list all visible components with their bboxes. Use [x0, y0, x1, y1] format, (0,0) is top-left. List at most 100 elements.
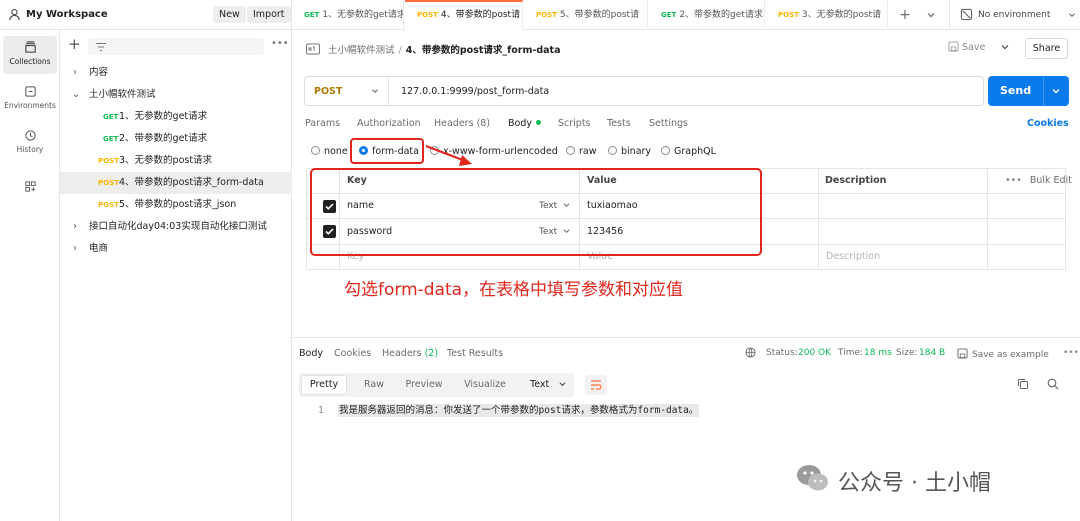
resp-tab-headers[interactable]: Headers (2)	[382, 348, 438, 359]
tab-tests[interactable]: Tests	[607, 118, 631, 129]
tab-settings[interactable]: Settings	[649, 118, 688, 129]
send-options-chevron-icon[interactable]	[1049, 84, 1063, 98]
size-label: Size:	[896, 348, 918, 358]
radio-none[interactable]: none	[311, 146, 348, 157]
tree-folder[interactable]: › 接口自动化day04:03实现自动化接口测试	[60, 216, 292, 238]
add-collection-plus-icon[interactable]: +	[68, 37, 81, 52]
tab-authorization[interactable]: Authorization	[357, 118, 421, 129]
table-highlight-box	[310, 168, 762, 256]
radio-icon	[661, 146, 670, 155]
send-label: Send	[1000, 84, 1032, 97]
method-badge: POST	[536, 11, 557, 19]
cookies-link[interactable]: Cookies	[1027, 118, 1069, 129]
table-rule	[818, 168, 819, 270]
body-modified-dot	[535, 120, 541, 125]
open-tab[interactable]: GET 1、无参数的get请求	[292, 0, 404, 30]
share-button[interactable]: Share	[1025, 38, 1068, 59]
radio-label: GraphQL	[674, 146, 716, 157]
resp-tab-body[interactable]: Body	[299, 348, 323, 359]
history-icon	[24, 130, 36, 141]
more-options-icon[interactable]: •••	[271, 38, 289, 49]
chevron-down-icon	[1069, 13, 1075, 18]
workspace-name[interactable]: My Workspace	[26, 9, 108, 20]
open-tab[interactable]: GET 2、带参数的get请求	[649, 0, 765, 30]
time-value[interactable]: 18 ms	[864, 348, 892, 358]
view-visualize[interactable]: Visualize	[454, 373, 516, 397]
tree-folder[interactable]: › 电商	[60, 238, 292, 260]
tree-request[interactable]: GET 1、无参数的get请求	[60, 106, 292, 128]
new-tab-plus-icon[interactable]: +	[898, 8, 912, 22]
tab-title: 2、带参数的get请求	[679, 10, 763, 20]
form-data-highlight-box	[350, 138, 424, 164]
breadcrumb: 土小帽软件测试/4、带参数的post请求_form-data	[306, 42, 560, 56]
method-select[interactable]: POST	[305, 77, 389, 105]
globe-icon[interactable]	[745, 347, 756, 358]
tabs-chevron-down-icon[interactable]	[924, 8, 938, 22]
response-divider[interactable]	[292, 337, 1080, 338]
tab-body[interactable]: Body	[508, 118, 541, 129]
resp-tab-test-results[interactable]: Test Results	[447, 348, 503, 359]
tree-folder[interactable]: › 内容	[60, 62, 292, 84]
more-options-icon[interactable]: •••	[1063, 348, 1079, 358]
collections-sidebar: + ••• › 内容 ⌄ 土小帽软件测试 GET 1、无参数的get请求 GET…	[60, 30, 292, 521]
save-button[interactable]: Save	[948, 41, 985, 53]
method-badge: POST	[778, 11, 799, 19]
tree-folder[interactable]: ⌄ 土小帽软件测试	[60, 84, 292, 106]
view-raw[interactable]: Raw	[354, 373, 394, 397]
tab-params[interactable]: Params	[305, 118, 340, 129]
tab-headers[interactable]: Headers (8)	[434, 118, 490, 129]
import-button[interactable]: Import	[247, 6, 291, 23]
rail-label: Collections	[9, 57, 51, 66]
open-tab-active[interactable]: POST 4、带参数的post请	[405, 0, 523, 30]
response-format-select[interactable]: Text	[520, 373, 574, 397]
rail-history[interactable]: History	[3, 126, 57, 160]
breadcrumb-request: 4、带参数的post请求_form-data	[405, 45, 561, 56]
environment-selector[interactable]: No environment	[949, 0, 1080, 30]
table-rule	[987, 168, 988, 270]
save-options-chevron-icon[interactable]	[998, 40, 1012, 54]
environment-label: No environment	[978, 10, 1051, 20]
open-tab[interactable]: POST 5、带参数的post请	[524, 0, 648, 30]
tree-request[interactable]: POST 5、带参数的post请求_json	[60, 194, 292, 216]
breadcrumb-collection[interactable]: 土小帽软件测试	[328, 45, 395, 56]
tab-label: Headers	[382, 348, 422, 359]
new-button[interactable]: New	[213, 6, 246, 23]
tab-title: 1、无参数的get请求	[322, 10, 404, 20]
rail-collections[interactable]: Collections	[3, 36, 57, 74]
bulk-edit-link[interactable]: ••• Bulk Edit	[1005, 175, 1072, 186]
response-body-line[interactable]: 1 我是服务器返回的消息：你发送了一个带参数的post请求，参数格式为form-d…	[318, 402, 700, 417]
left-rail: Collections Environments History	[0, 30, 60, 521]
url-input[interactable]: 127.0.0.1:9999/post_form-data	[401, 86, 549, 97]
method-badge: POST	[98, 201, 119, 209]
method-badge: POST	[98, 157, 119, 165]
radio-binary[interactable]: binary	[608, 146, 651, 157]
radio-raw[interactable]: raw	[566, 146, 597, 157]
save-as-example-button[interactable]: Save as example	[957, 348, 1049, 360]
time-label: Time:	[838, 348, 864, 358]
tab-count: (8)	[476, 118, 491, 129]
rail-environments[interactable]: Environments	[3, 82, 57, 116]
view-preview[interactable]: Preview	[399, 373, 449, 397]
copy-icon[interactable]	[1017, 378, 1029, 390]
save-icon	[948, 41, 959, 52]
tree-request[interactable]: GET 2、带参数的get请求	[60, 128, 292, 150]
view-pretty[interactable]: Pretty	[301, 375, 347, 395]
more-options-icon[interactable]: •••	[1005, 175, 1022, 186]
resp-tab-cookies[interactable]: Cookies	[334, 348, 371, 359]
new-description-input[interactable]: Description	[826, 251, 880, 262]
filter-input[interactable]	[88, 38, 264, 55]
size-value[interactable]: 184 B	[919, 348, 945, 358]
send-button[interactable]: Send	[988, 76, 1069, 106]
tree-request[interactable]: POST 3、无参数的post请求	[60, 150, 292, 172]
rail-apps[interactable]	[3, 180, 57, 200]
tab-scripts[interactable]: Scripts	[558, 118, 591, 129]
tree-request-selected[interactable]: POST 4、带参数的post请求_form-data	[60, 172, 292, 194]
radio-graphql[interactable]: GraphQL	[661, 146, 716, 157]
open-tab[interactable]: POST 3、无参数的post请	[766, 0, 888, 30]
wrap-lines-button[interactable]	[585, 375, 607, 395]
radio-icon	[566, 146, 575, 155]
response-view-switcher: Pretty Raw Preview Visualize	[299, 373, 522, 397]
search-icon[interactable]	[1047, 378, 1059, 390]
status-badge[interactable]: 200 OK	[798, 348, 831, 358]
chevron-right-icon: ›	[73, 243, 77, 254]
